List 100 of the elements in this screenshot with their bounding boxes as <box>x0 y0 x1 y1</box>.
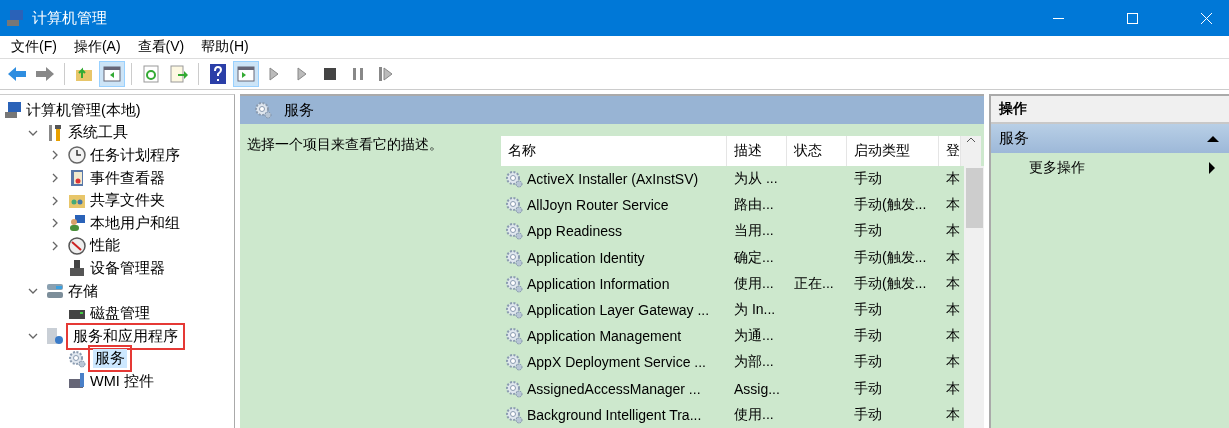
menu-item[interactable]: 查看(V) <box>130 38 195 56</box>
gear-icon <box>505 327 523 346</box>
computer-icon <box>6 9 24 27</box>
collapse-icon <box>1207 134 1219 143</box>
table-cell-text: 本 <box>945 353 961 372</box>
gear-icon <box>505 301 523 320</box>
tree-item[interactable]: 性能 <box>88 236 122 256</box>
table-cell-text: Assig... <box>733 380 781 397</box>
export-list-icon <box>170 65 188 83</box>
table-cell-text: AssignedAccessManager ... <box>526 380 702 397</box>
action-item[interactable]: 更多操作 <box>991 153 1229 183</box>
toolbar-button[interactable] <box>99 61 125 87</box>
tree-item[interactable]: 事件查看器 <box>88 168 167 188</box>
computer-icon <box>4 101 22 120</box>
chevron-right-icon[interactable] <box>50 195 60 206</box>
gear-icon <box>505 170 523 189</box>
table-cell-text: 本 <box>945 379 961 398</box>
clock-icon <box>68 146 86 165</box>
users-icon <box>68 214 86 233</box>
device-icon <box>68 259 86 278</box>
scrollbar[interactable] <box>964 166 984 428</box>
table-cell-text: 为从 ... <box>733 170 779 189</box>
tree-item[interactable]: 系统工具 <box>66 123 130 143</box>
tree-item[interactable]: 服务和应用程序 <box>71 326 180 346</box>
window-title: 计算机管理 <box>32 8 108 28</box>
column-header[interactable]: 名称 <box>501 136 727 166</box>
tree-item[interactable]: 服务 <box>93 349 127 369</box>
table-cell-text: 手动 <box>853 327 883 346</box>
tree-item[interactable]: 任务计划程序 <box>88 146 182 165</box>
table-cell-text: 手动 <box>853 379 883 398</box>
gear-icon <box>505 196 523 215</box>
table-cell-text: ActiveX Installer (AxInstSV) <box>526 171 700 188</box>
table-cell-text: 使用... <box>733 405 775 424</box>
menu-item[interactable]: 帮助(H) <box>194 38 259 56</box>
table-cell-text: 手动 <box>853 353 883 372</box>
table-cell-text: 确定... <box>733 248 775 267</box>
refresh-icon <box>143 65 159 83</box>
table-cell-text: 手动 <box>853 222 883 241</box>
play-icon <box>269 67 279 81</box>
help-icon <box>210 64 226 84</box>
tree-item[interactable]: 共享文件夹 <box>88 191 167 211</box>
scroll-up-icon <box>966 136 976 144</box>
table-cell-text: 手动 <box>853 405 883 424</box>
table-cell-text: 本 <box>945 196 961 215</box>
menu-item[interactable]: 文件(F) <box>4 38 67 56</box>
tools-icon <box>46 123 64 142</box>
table-cell-text: 本 <box>945 248 961 267</box>
chevron-right-icon[interactable] <box>50 218 60 229</box>
folder-up-icon <box>75 66 93 82</box>
column-header[interactable]: 状态 <box>787 136 847 166</box>
show-action-pane-icon <box>237 66 255 82</box>
table-cell-text: Application Management <box>526 328 683 345</box>
tree-item[interactable]: 本地用户和组 <box>88 213 182 233</box>
menu-item[interactable]: 操作(A) <box>66 38 131 56</box>
gear-icon <box>505 222 523 241</box>
gear-icon <box>254 101 272 119</box>
resume-icon <box>379 67 393 81</box>
gear-icon <box>505 379 523 398</box>
tree-item[interactable]: 存储 <box>66 281 100 301</box>
table-cell-text: 当用... <box>733 222 775 241</box>
section-header[interactable]: 服务 <box>991 124 1229 153</box>
pause-icon <box>353 68 363 80</box>
chevron-right-icon[interactable] <box>50 240 60 251</box>
forward-arrow-icon <box>35 66 55 82</box>
chevron-right-icon[interactable] <box>50 150 60 161</box>
chevron-right-icon[interactable] <box>50 173 60 184</box>
storage-icon <box>46 282 64 301</box>
gear-icon <box>68 349 86 368</box>
table-cell-text: 为通... <box>733 327 775 346</box>
tree-item[interactable]: 设备管理器 <box>88 258 167 278</box>
show-tree-icon <box>103 66 121 82</box>
tree-item[interactable]: 磁盘管理 <box>88 304 152 324</box>
column-header[interactable]: 启动类型 <box>847 136 939 166</box>
table-cell-text: 手动(触发... <box>853 196 928 215</box>
tree-item[interactable]: 计算机管理(本地) <box>24 100 143 120</box>
description-text: 选择一个项目来查看它的描述。 <box>247 137 443 152</box>
stop-icon <box>324 68 336 80</box>
close-icon <box>1200 12 1212 24</box>
minimize-icon <box>1052 17 1064 19</box>
play-icon <box>297 67 307 81</box>
table-cell-text: App Readiness <box>526 223 623 240</box>
table-cell-text: 正在... <box>793 274 835 293</box>
table-cell-text: 本 <box>945 405 961 424</box>
tree-item[interactable]: WMI 控件 <box>88 371 156 391</box>
gear-icon <box>505 405 523 424</box>
scrollbar[interactable] <box>961 136 981 166</box>
pane-title: 服务 <box>284 100 314 120</box>
table-cell-text: Application Information <box>526 275 671 292</box>
wmi-icon <box>68 372 86 391</box>
table-cell-text: Application Identity <box>526 249 646 266</box>
server-icon <box>46 327 64 346</box>
column-header[interactable]: 登 <box>939 136 961 166</box>
gear-icon <box>505 248 523 267</box>
column-header[interactable]: 描述 <box>727 136 787 166</box>
table-cell-text: AllJoyn Router Service <box>526 197 670 214</box>
table-cell-text: 本 <box>945 222 961 241</box>
toolbar-button[interactable] <box>233 61 259 87</box>
table-cell-text: 本 <box>945 301 961 320</box>
submenu-arrow-icon <box>1209 162 1215 174</box>
table-cell-text: 路由... <box>733 196 775 215</box>
